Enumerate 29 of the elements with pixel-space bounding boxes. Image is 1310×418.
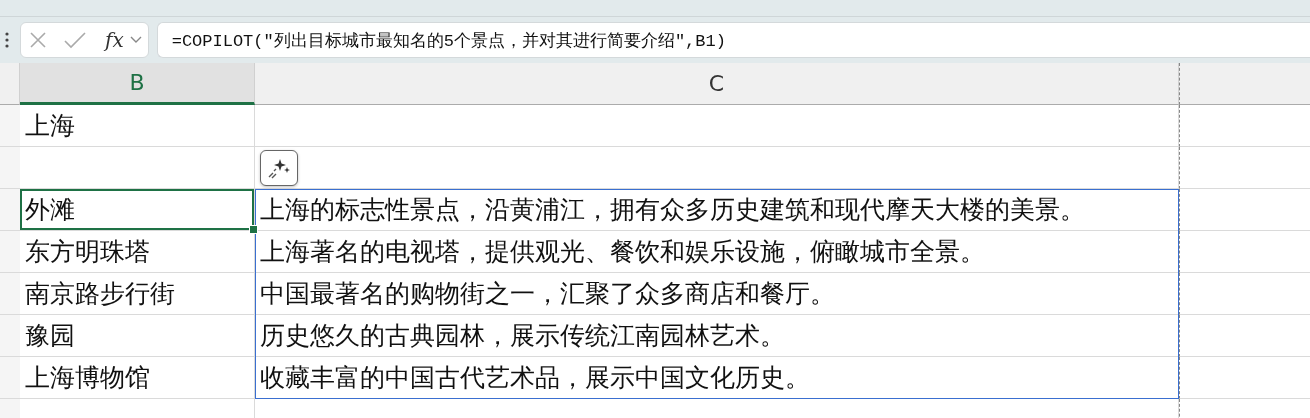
cell-text: 外滩	[25, 194, 75, 226]
cell-text: 上海	[25, 110, 75, 142]
row-header[interactable]	[0, 105, 20, 147]
cell-text: 上海的标志性景点，沿黄浦江，拥有众多历史建筑和现代摩天大楼的美景。	[260, 194, 1085, 226]
row-header[interactable]	[0, 357, 20, 399]
row-header[interactable]	[0, 273, 20, 315]
cell-text: 中国最著名的购物街之一，汇聚了众多商店和餐厅。	[260, 278, 835, 310]
cell-text: 收藏丰富的中国古代艺术品，展示中国文化历史。	[260, 362, 810, 394]
cell-text: 历史悠久的古典园林，展示传统江南园林艺术。	[260, 320, 785, 352]
row-header[interactable]	[0, 315, 20, 357]
row-header[interactable]	[0, 189, 20, 231]
cell-text: 上海著名的电视塔，提供观光、餐饮和娱乐设施，俯瞰城市全景。	[260, 236, 985, 268]
check-icon[interactable]	[63, 31, 87, 49]
close-icon[interactable]	[29, 31, 47, 49]
insert-function-button[interactable]: fx	[93, 28, 124, 52]
select-all-corner[interactable]	[0, 63, 20, 105]
cell-text: 东方明珠塔	[25, 236, 150, 268]
chevron-down-icon[interactable]	[129, 36, 142, 44]
row-header[interactable]	[0, 147, 20, 189]
row-header[interactable]	[0, 231, 20, 273]
fill-handle[interactable]	[249, 225, 258, 234]
copilot-button[interactable]	[260, 149, 298, 186]
cell-text: 上海博物馆	[25, 362, 150, 394]
column-header[interactable]	[1179, 63, 1310, 105]
column-header[interactable]: C	[255, 63, 1179, 105]
cell-text: 南京路步行街	[25, 278, 175, 310]
column-header[interactable]: B	[20, 63, 255, 105]
cell-text: 豫园	[25, 320, 75, 352]
formula-field[interactable]: =COPILOT("列出目标城市最知名的5个景点，并对其进行简要介绍",B1)	[156, 22, 1310, 58]
